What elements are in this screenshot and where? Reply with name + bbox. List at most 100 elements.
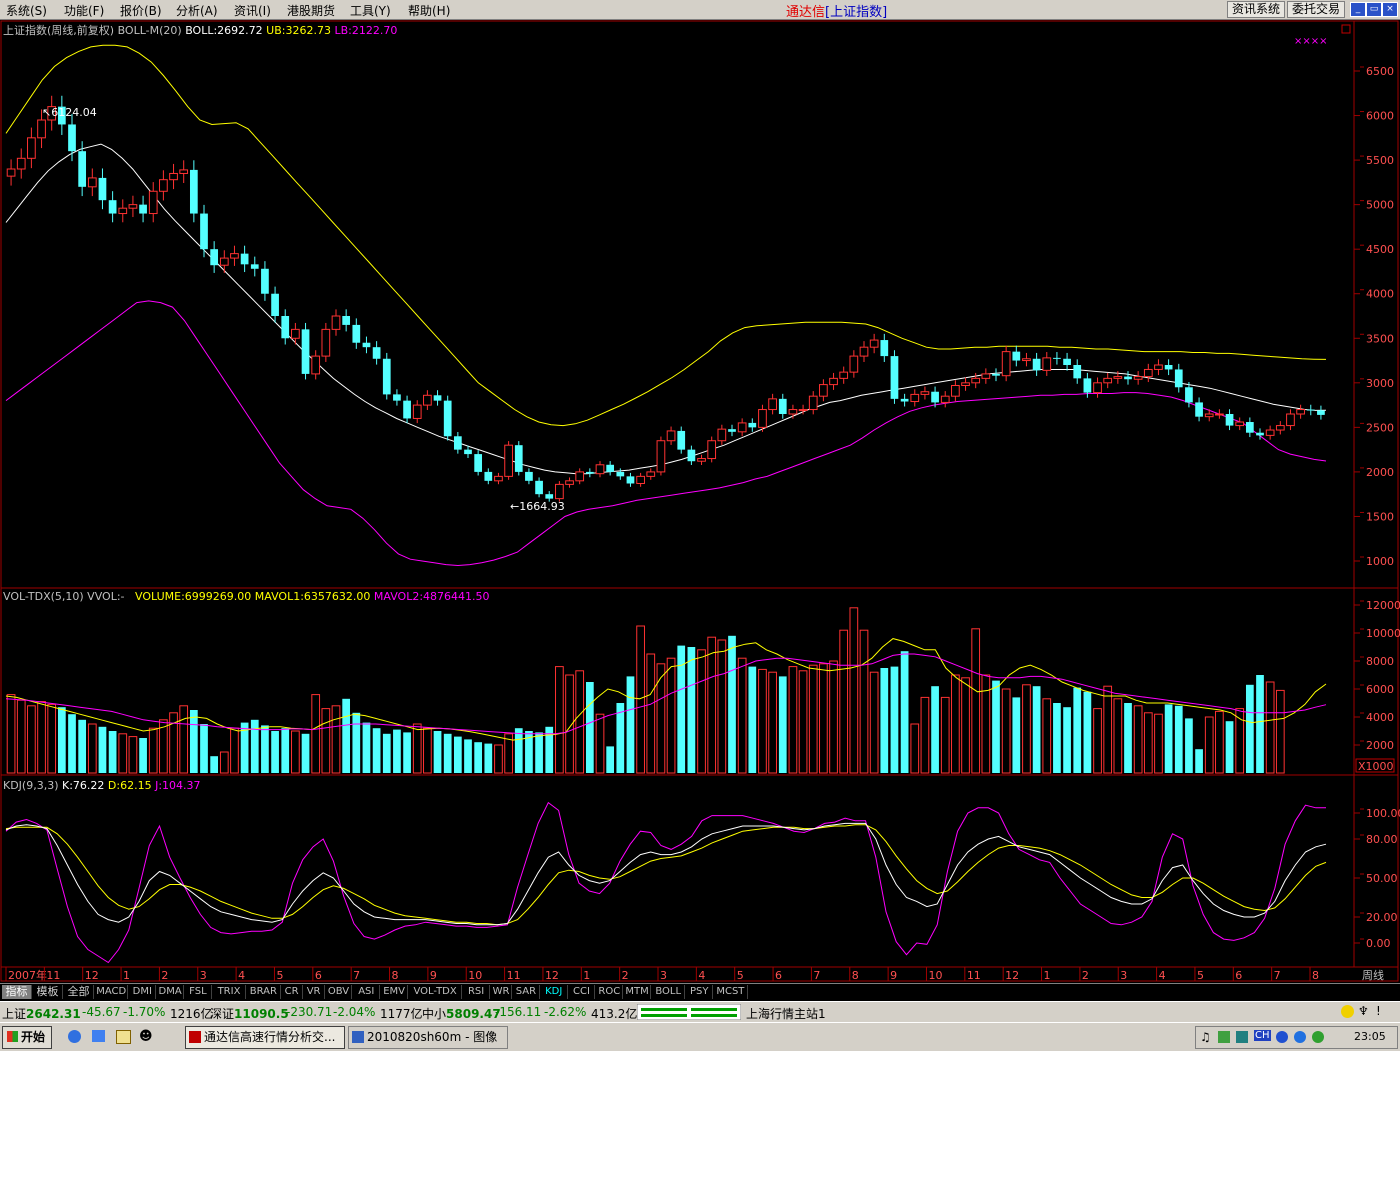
volume-bar-up [311, 694, 321, 774]
start-button[interactable]: 开始 [2, 1026, 52, 1049]
notepad-icon[interactable] [116, 1030, 131, 1044]
kdj-axis-tick-label: 80.00 [1366, 833, 1398, 846]
tab-obv[interactable]: OBV [326, 985, 353, 999]
candle-up [1286, 413, 1295, 427]
tab-asi[interactable]: ASI [353, 985, 381, 999]
network-icon[interactable] [1218, 1031, 1230, 1043]
candle-down [626, 476, 635, 484]
messenger-icon[interactable]: ☻ [139, 1029, 153, 1044]
volume-bar-down [281, 728, 290, 773]
tab-boll[interactable]: BOLL [652, 985, 686, 999]
volume-axis-tick-label: 6000 [1366, 683, 1394, 696]
candle-down [433, 395, 442, 401]
tab-brar[interactable]: BRAR [247, 985, 281, 999]
restore-icon[interactable]: ▭ [1366, 2, 1382, 17]
candle-down [261, 268, 269, 294]
tab-mtm[interactable]: MTM [624, 985, 651, 999]
volume-bar-up [555, 666, 564, 774]
close-icon[interactable]: × [1382, 2, 1398, 17]
volume-bar-down [748, 666, 757, 773]
sh-pct: -1.70% [123, 1005, 166, 1019]
zx-index: 中小5809.47 [422, 1007, 501, 1021]
volume-bar-up [87, 723, 97, 774]
menu-help[interactable]: 帮助(H) [408, 2, 450, 19]
marker-row: ×××× [1294, 36, 1328, 47]
tab-dmi[interactable]: DMI [129, 985, 157, 999]
volume-bar-down [271, 731, 279, 773]
volume-icon[interactable]: ♫ [1200, 1030, 1211, 1044]
mavol2-value: MAVOL2:4876441.50 [373, 590, 490, 603]
volume-axis-tick-label: 4000 [1366, 711, 1394, 724]
volume-bar-up [16, 699, 26, 774]
menu-tools[interactable]: 工具(Y) [350, 2, 391, 19]
tab-macd[interactable]: MACD [95, 985, 129, 999]
task-image-viewer[interactable]: 2010820sh60m - 图像 [348, 1026, 508, 1049]
tab-psy[interactable]: PSY [686, 985, 714, 999]
tab-模板[interactable]: 模板 [33, 985, 63, 999]
task-tongdaxin[interactable]: 通达信高速行情分析交... [185, 1026, 345, 1049]
messenger-tray-icon[interactable] [1294, 1031, 1306, 1043]
status-light-icon [1341, 1005, 1354, 1018]
candle-down [200, 213, 208, 250]
candle-down [1164, 365, 1173, 370]
candle-down [281, 316, 290, 339]
ie-icon[interactable] [68, 1030, 81, 1043]
candle-down [1063, 358, 1071, 365]
tab-sar[interactable]: SAR [513, 985, 540, 999]
tab-vol-tdx[interactable]: VOL-TDX [409, 985, 463, 999]
mail-icon[interactable] [92, 1030, 105, 1042]
tongdaxin-app-icon [189, 1031, 201, 1043]
tab-dma[interactable]: DMA [157, 985, 184, 999]
time-axis: 2007年 11 12 1 2 3 4 5 6 7 8 9 10 11 12 1 2 3 4 5 6 7 8 9 10 11 12 1… [5, 967, 1384, 982]
menu-function[interactable]: 功能(F) [64, 2, 104, 19]
chart-area[interactable]: 6500 6000 5500 5000 4500 4000 3500 3000 2500 2000… [0, 19, 1400, 983]
tab-rsi[interactable]: RSI [463, 985, 490, 999]
tab-vr[interactable]: VR [304, 985, 325, 999]
price-panel [5, 44, 1327, 567]
menu-hk-futures[interactable]: 港股期货 [287, 2, 335, 19]
panel-toggle-icon[interactable] [1341, 24, 1351, 34]
candle-down [880, 340, 889, 357]
menu-info[interactable]: 资讯(I) [234, 2, 271, 19]
monitor-icon[interactable] [1236, 1031, 1248, 1043]
tab-fsl[interactable]: FSL [185, 985, 212, 999]
volume-bar-up [859, 629, 869, 774]
candle-up [595, 464, 605, 475]
minimize-icon[interactable]: _ [1350, 2, 1366, 17]
tab-全部[interactable]: 全部 [64, 985, 94, 999]
tab-roc[interactable]: ROC [596, 985, 624, 999]
price-axis-tick-label: 2500 [1366, 421, 1394, 434]
tab-kdj[interactable]: KDJ [541, 985, 568, 999]
time-label: 7 [1274, 969, 1281, 982]
input-method-icon[interactable]: CH [1254, 1030, 1271, 1041]
kdj-k-line [5, 822, 1327, 926]
price-axis-tick-label: 1000 [1366, 555, 1394, 568]
volume-bar-up [494, 744, 503, 774]
volume-bar-down [250, 719, 259, 773]
menu-analysis[interactable]: 分析(A) [176, 2, 218, 19]
volume-bar-up [666, 657, 676, 774]
time-label: 4 [1159, 969, 1166, 982]
tab-trix[interactable]: TRIX [213, 985, 247, 999]
security-icon[interactable] [1276, 1031, 1288, 1043]
candle-up [1265, 429, 1275, 436]
tab-mcst[interactable]: MCST [714, 985, 748, 999]
menu-system[interactable]: 系统(S) [6, 2, 47, 19]
candle-up [575, 471, 585, 482]
volume-bar-up [808, 664, 818, 774]
tab-指标[interactable]: 指标 [2, 985, 32, 999]
tab-emv[interactable]: EMV [381, 985, 408, 999]
volume-bar-up [758, 668, 767, 774]
update-icon[interactable] [1312, 1031, 1324, 1043]
candle-down [748, 422, 757, 428]
tab-wr[interactable]: WR [491, 985, 512, 999]
menu-quote[interactable]: 报价(B) [120, 2, 162, 19]
tab-cci[interactable]: CCI [569, 985, 596, 999]
tab-cr[interactable]: CR [282, 985, 303, 999]
news-system-button[interactable]: 资讯系统 [1227, 1, 1285, 18]
volume-bar-down [433, 731, 442, 773]
volume-bar-up [575, 670, 585, 774]
trade-button[interactable]: 委托交易 [1287, 1, 1345, 18]
candle-up [1001, 351, 1011, 377]
volume-bar-up [595, 713, 605, 774]
